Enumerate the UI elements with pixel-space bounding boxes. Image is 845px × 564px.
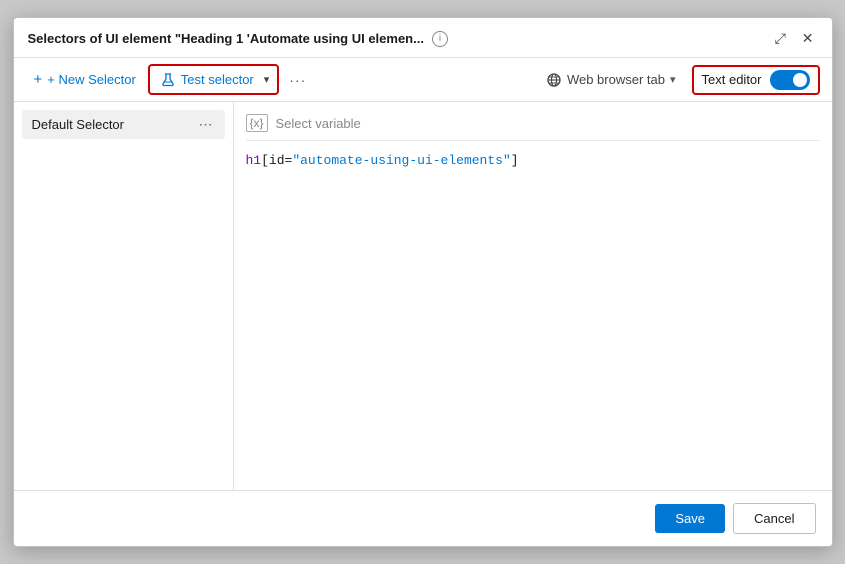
variable-icon: {x}: [246, 114, 268, 132]
dialog: Selectors of UI element "Heading 1 'Auto…: [13, 17, 833, 547]
close-button[interactable]: ✕: [798, 28, 818, 49]
test-selector-chevron[interactable]: ▾: [260, 68, 274, 91]
toolbar: + + New Selector Test selector ▾ ···: [14, 58, 832, 102]
info-icon[interactable]: i: [432, 31, 448, 47]
code-attr-value: "automate-using-ui-elements": [292, 153, 510, 168]
restore-icon: ⤢: [775, 30, 786, 47]
title-left: Selectors of UI element "Heading 1 'Auto…: [28, 31, 448, 47]
more-options-button[interactable]: ···: [283, 67, 312, 93]
save-button[interactable]: Save: [655, 504, 725, 533]
web-browser-chevron-icon: ▾: [670, 73, 676, 86]
default-selector-label: Default Selector: [32, 117, 125, 132]
footer: Save Cancel: [14, 490, 832, 546]
test-selector-group: Test selector ▾: [148, 64, 280, 95]
sidebar: Default Selector ⋯: [14, 102, 234, 490]
variable-placeholder: Select variable: [276, 116, 361, 131]
text-editor-toggle[interactable]: [770, 70, 810, 90]
globe-icon: [546, 72, 562, 88]
chevron-down-icon: ▾: [264, 73, 270, 86]
test-selector-button[interactable]: Test selector: [154, 69, 260, 91]
selector-item-menu-button[interactable]: ⋯: [197, 116, 215, 133]
code-attr-open: [: [261, 153, 269, 168]
editor-area: {x} Select variable h1[id="automate-usin…: [234, 102, 832, 490]
new-selector-button[interactable]: + + New Selector: [26, 66, 144, 93]
beaker-icon: [160, 72, 176, 88]
code-editor[interactable]: h1[id="automate-using-ui-elements"]: [246, 149, 820, 172]
title-controls: ⤢ ✕: [771, 28, 818, 49]
code-attr-close: ]: [511, 153, 519, 168]
code-attr-name: id=: [269, 153, 292, 168]
dialog-title: Selectors of UI element "Heading 1 'Auto…: [28, 31, 424, 46]
title-bar: Selectors of UI element "Heading 1 'Auto…: [14, 18, 832, 58]
content-area: Default Selector ⋯ {x} Select variable h…: [14, 102, 832, 490]
close-icon: ✕: [802, 30, 814, 47]
test-selector-label: Test selector: [181, 72, 254, 87]
cancel-button[interactable]: Cancel: [733, 503, 815, 534]
toolbar-right: Web browser tab ▾ Text editor: [538, 65, 820, 95]
text-editor-label: Text editor: [702, 72, 762, 87]
plus-icon: +: [34, 71, 43, 88]
code-element: h1: [246, 153, 262, 168]
dots-icon: ···: [289, 72, 306, 88]
default-selector-item[interactable]: Default Selector ⋯: [22, 110, 225, 139]
web-browser-label: Web browser tab: [567, 72, 665, 87]
web-browser-button[interactable]: Web browser tab ▾: [538, 67, 684, 93]
variable-bar: {x} Select variable: [246, 110, 820, 141]
text-editor-group: Text editor: [692, 65, 820, 95]
restore-button[interactable]: ⤢: [771, 28, 790, 49]
new-selector-label: + New Selector: [47, 72, 136, 87]
